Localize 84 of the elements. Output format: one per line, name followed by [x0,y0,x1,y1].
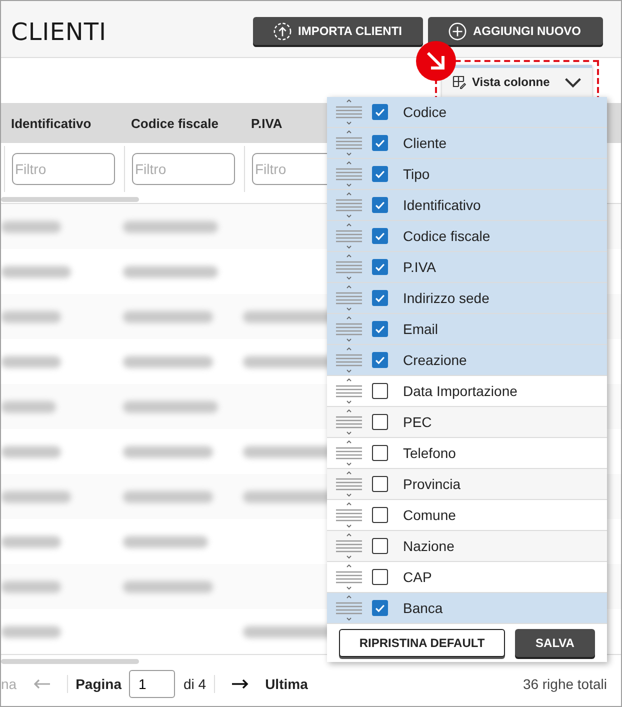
checkbox[interactable] [372,507,388,523]
page-number-field[interactable]: 1 [129,670,176,698]
column-option[interactable]: Cliente [327,128,607,159]
checkbox[interactable] [372,321,388,337]
column-option[interactable]: Banca [327,593,607,624]
checkbox[interactable] [372,414,388,430]
upload-icon [273,22,292,40]
column-option[interactable]: Email [327,314,607,345]
column-option[interactable]: P.IVA [327,252,607,283]
checkbox[interactable] [372,569,388,585]
column-option[interactable]: CAP [327,562,607,593]
column-option[interactable]: Indirizzo sede [327,283,607,314]
checkbox[interactable] [372,228,388,244]
column-header[interactable]: Identificativo [4,103,124,143]
blurred-text [1,266,71,278]
save-button[interactable]: SALVA [515,629,595,657]
chevron-icon [564,76,582,88]
checkbox[interactable] [372,104,388,120]
left-arrow-icon[interactable] [32,679,51,689]
page-count: di 4 [183,676,206,692]
blurred-text [1,626,61,638]
drag-handle-icon[interactable] [335,128,363,158]
drag-handle-icon[interactable] [335,345,363,375]
checkbox[interactable] [372,476,388,492]
checkbox[interactable] [372,197,388,213]
checkbox[interactable] [372,135,388,151]
drag-handle-icon[interactable] [335,314,363,344]
drag-handle-icon[interactable] [335,190,363,220]
checkbox[interactable] [372,383,388,399]
drag-handle-icon[interactable] [335,438,363,468]
blurred-text [1,220,61,232]
blurred-text [1,490,71,502]
drag-handle-icon[interactable] [335,531,363,561]
column-option[interactable]: Comune [327,500,607,531]
column-option[interactable]: Tipo [327,159,607,190]
checkbox[interactable] [372,445,388,461]
drag-handle-icon[interactable] [335,593,363,623]
column-option[interactable]: Identificativo [327,190,607,221]
reset-default-button[interactable]: RIPRISTINA DEFAULT [339,629,505,657]
scrollbar-thumb[interactable] [1,658,139,664]
column-option[interactable]: Creazione [327,345,607,376]
checkbox[interactable] [372,290,388,306]
last-page-link[interactable]: Ultima [265,676,308,692]
drag-handle-icon[interactable] [335,469,363,499]
checkbox[interactable] [372,259,388,275]
column-option[interactable]: Codice [327,97,607,128]
right-arrow-icon[interactable] [231,679,250,689]
drag-handle-icon[interactable] [335,221,363,251]
column-option[interactable]: Nazione [327,531,607,562]
drag-handle-icon[interactable] [335,283,363,313]
column-option[interactable]: Provincia [327,469,607,500]
drag-handle-icon[interactable] [335,97,363,127]
drag-handle-icon[interactable] [335,562,363,592]
drag-handle-icon[interactable] [335,376,363,406]
page-title: CLIENTI [11,18,107,46]
add-icon [448,22,467,40]
blurred-text [1,310,61,322]
action-button[interactable]: IMPORTA CLIENTI [253,17,423,45]
drag-handle-icon[interactable] [335,500,363,530]
scrollbar-thumb[interactable] [1,196,139,202]
blurred-text [1,446,61,458]
checkbox[interactable] [372,352,388,368]
drag-handle-icon[interactable] [335,407,363,437]
blurred-text [1,356,61,368]
column-option[interactable]: Codice fiscale [327,221,607,252]
column-option[interactable]: Data Importazione [327,376,607,407]
checkbox[interactable] [372,166,388,182]
column-option[interactable]: PEC [327,407,607,438]
action-button[interactable]: AGGIUNGI NUOVO [428,17,603,45]
column-header[interactable]: Codice fiscale [124,103,244,143]
checkbox[interactable] [372,600,388,616]
drag-handle-icon[interactable] [335,252,363,282]
row-total: 36 righe totali [522,676,607,692]
table-edit-icon [452,75,466,89]
filter-field[interactable]: Filtro [132,153,235,185]
checkbox[interactable] [372,538,388,554]
blurred-text [1,400,56,412]
page-label: Pagina [76,676,122,692]
column-view-button[interactable]: Vista colonne [442,64,592,96]
blurred-text [1,580,61,592]
column-option[interactable]: Telefono [327,438,607,469]
blurred-text [1,536,61,548]
drag-handle-icon[interactable] [335,159,363,189]
filter-field[interactable]: Filtro [12,153,115,185]
